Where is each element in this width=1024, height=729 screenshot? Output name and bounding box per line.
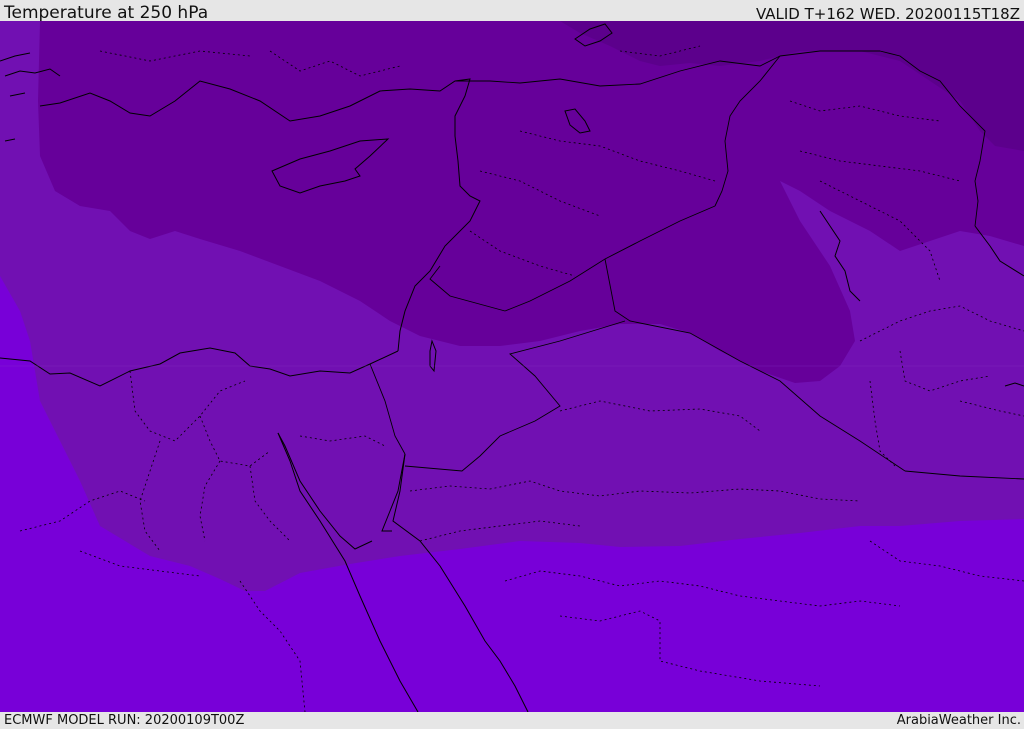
- model-run-label: ECMWF MODEL RUN: 20200109T00Z: [4, 713, 245, 728]
- weather-map[interactable]: [0, 21, 1024, 712]
- credit-label: ArabiaWeather Inc.: [896, 713, 1021, 728]
- header-bar: Temperature at 250 hPa VALID T+162 WED. …: [0, 0, 1024, 23]
- map-canvas: [0, 21, 1024, 712]
- footer-bar: ECMWF MODEL RUN: 20200109T00Z ArabiaWeat…: [0, 712, 1024, 729]
